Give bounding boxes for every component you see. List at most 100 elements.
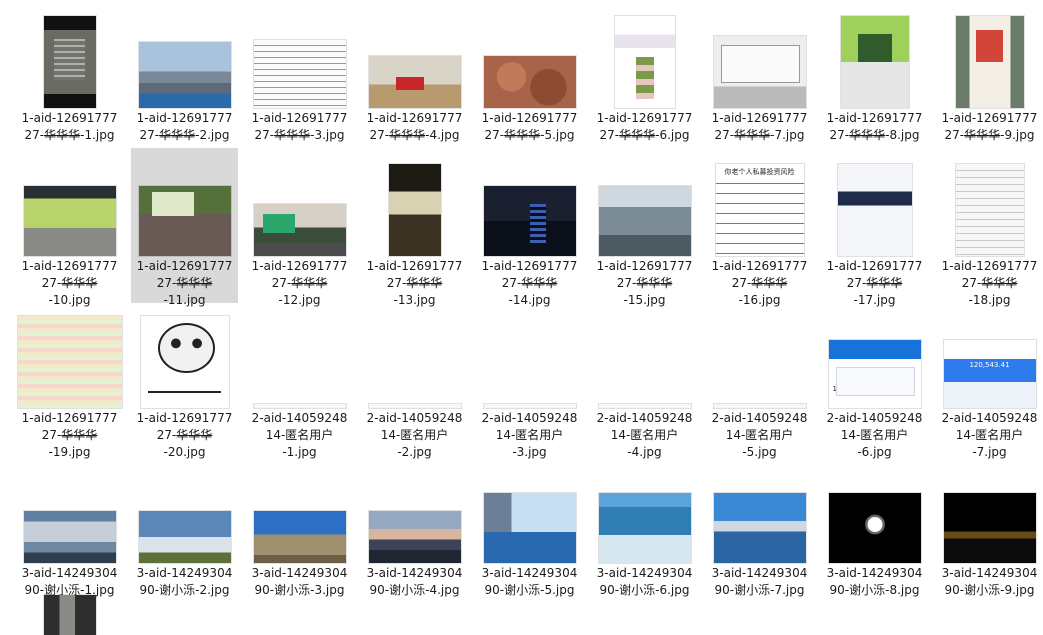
file-item[interactable]: 2-aid-14059248 14-匿名用户 -3.jpg — [476, 300, 583, 459]
file-item[interactable]: 1-aid-12691777 27-华华华 -11.jpg — [131, 148, 238, 307]
file-item[interactable]: 3-aid-14249304 90-谢小泺-4.jpg — [361, 455, 468, 600]
image-thumbnail-icon: 120,543.41 — [943, 340, 1036, 408]
file-item[interactable]: 2-aid-14059248 14-匿名用户 -4.jpg — [591, 300, 698, 459]
file-item[interactable]: 1-aid-12691777 27-华华华-8.jpg — [821, 0, 928, 145]
file-item[interactable]: 1-aid-12691777 27-华华华-4.jpg — [361, 0, 468, 145]
file-name-label: 1-aid-12691777 27-华华华-8.jpg — [821, 110, 928, 144]
file-item[interactable]: 1-aid-12691777 27-华华华 -14.jpg — [476, 148, 583, 307]
file-name-line2: 27-华华华-2.jpg — [139, 128, 230, 142]
thumbnail-container — [476, 148, 583, 256]
file-item[interactable] — [16, 590, 123, 635]
image-thumbnail-icon: 113,135.50 — [828, 340, 921, 408]
file-name-line2: 90-谢小泺-9.jpg — [944, 583, 1035, 597]
image-thumbnail-icon — [483, 493, 576, 563]
file-item[interactable]: 1-aid-12691777 27-华华华-6.jpg — [591, 0, 698, 145]
file-item[interactable]: 1-aid-12691777 27-华华华 -12.jpg — [246, 148, 353, 307]
thumbnail-container — [936, 455, 1043, 563]
image-thumbnail-icon — [253, 40, 346, 108]
file-item[interactable]: 3-aid-14249304 90-谢小泺-8.jpg — [821, 455, 928, 600]
file-item[interactable]: 3-aid-14249304 90-谢小泺-6.jpg — [591, 455, 698, 600]
thumbnail-text: 120,543.41 — [969, 361, 1010, 369]
image-thumbnail-icon — [483, 186, 576, 256]
thumbnail-container — [246, 455, 353, 563]
file-name-line2: 90-谢小泺-3.jpg — [254, 583, 345, 597]
file-item[interactable]: 1-aid-12691777 27-华华华-2.jpg — [131, 0, 238, 145]
file-name-line2: 27-华华华 — [616, 276, 673, 290]
file-item[interactable]: 1-aid-12691777 27-华华华 -13.jpg — [361, 148, 468, 307]
file-grid: 1-aid-12691777 27-华华华-1.jpg 1-aid-12691777… — [16, 0, 1043, 635]
image-thumbnail-icon — [17, 316, 122, 408]
file-item[interactable]: 1-aid-12691777 27-华华华 -15.jpg — [591, 148, 698, 307]
file-item[interactable]: 3-aid-14249304 90-谢小泺-5.jpg — [476, 455, 583, 600]
file-name-line1: 1-aid-12691777 — [941, 259, 1038, 273]
thumbnail-container — [361, 0, 468, 108]
file-name-line1: 1-aid-12691777 — [596, 111, 693, 125]
file-item[interactable]: 2-aid-14059248 14-匿名用户 -1.jpg — [246, 300, 353, 459]
image-thumbnail-icon — [368, 56, 461, 108]
thumbnail-container — [16, 590, 123, 635]
file-name-label: 3-aid-14249304 90-谢小泺-5.jpg — [476, 565, 583, 599]
file-item[interactable]: 1-aid-12691777 27-华华华-7.jpg — [706, 0, 813, 145]
file-name-line1: 3-aid-14249304 — [136, 566, 233, 580]
thumbnail-container — [706, 455, 813, 563]
file-item[interactable]: 113,135.50 2-aid-14059248 14-匿名用户 -6.jpg — [821, 300, 928, 459]
file-name-line1: 1-aid-12691777 — [21, 411, 118, 425]
file-item[interactable]: 3-aid-14249304 90-谢小泺-7.jpg — [706, 455, 813, 600]
file-name-line1: 3-aid-14249304 — [366, 566, 463, 580]
thumbnail-container — [706, 0, 813, 108]
file-name-line1: 2-aid-14059248 — [596, 411, 693, 425]
file-name-label: 3-aid-14249304 90-谢小泺-8.jpg — [821, 565, 928, 599]
thumbnail-container — [361, 300, 468, 408]
file-name-line2: 90-谢小泺-8.jpg — [829, 583, 920, 597]
file-item[interactable]: 120,543.41 2-aid-14059248 14-匿名用户 -7.jpg — [936, 300, 1043, 459]
image-thumbnail-icon — [138, 511, 231, 563]
file-item[interactable]: 1-aid-12691777 27-华华华-5.jpg — [476, 0, 583, 145]
file-item[interactable]: 1-aid-12691777 27-华华华 -17.jpg — [821, 148, 928, 307]
image-thumbnail-icon — [840, 16, 909, 108]
thumbnail-container — [16, 300, 123, 408]
file-item[interactable]: 1-aid-12691777 27-华华华 -10.jpg — [16, 148, 123, 307]
file-name-line2: 90-谢小泺-7.jpg — [714, 583, 805, 597]
file-name-line2: 27-华华华-5.jpg — [484, 128, 575, 142]
file-name-label: 2-aid-14059248 14-匿名用户 -6.jpg — [821, 410, 928, 461]
file-item[interactable]: 你老个人私募投资风险 1-aid-12691777 27-华华华 -16.jpg — [706, 148, 813, 307]
thumbnail-text: 你懂我的意思吧？ — [148, 385, 221, 394]
file-name-label: 1-aid-12691777 27-华华华-6.jpg — [591, 110, 698, 144]
file-name-line1: 1-aid-12691777 — [21, 111, 118, 125]
thumbnail-container — [476, 300, 583, 408]
file-name-line1: 1-aid-12691777 — [136, 111, 233, 125]
file-name-line2: 27-华华华 — [156, 428, 213, 442]
image-thumbnail-icon — [368, 404, 461, 408]
file-name-line1: 1-aid-12691777 — [21, 259, 118, 273]
thumbnail-container — [821, 455, 928, 563]
file-item[interactable]: 1-aid-12691777 27-华华华-9.jpg — [936, 0, 1043, 145]
file-item[interactable]: 1-aid-12691777 27-华华华 -19.jpg — [16, 300, 123, 459]
image-thumbnail-icon: 你老个人私募投资风险 — [715, 164, 804, 256]
image-thumbnail-icon — [598, 404, 691, 408]
thumbnail-container — [591, 148, 698, 256]
image-thumbnail-icon — [138, 42, 231, 108]
file-name-label: 3-aid-14249304 90-谢小泺-3.jpg — [246, 565, 353, 599]
file-name-line1: 3-aid-14249304 — [596, 566, 693, 580]
file-name-line1: 3-aid-14249304 — [711, 566, 808, 580]
file-item[interactable]: 3-aid-14249304 90-谢小泺-1.jpg — [16, 455, 123, 600]
image-thumbnail-icon — [598, 186, 691, 256]
file-name-line2: 14-匿名用户 — [955, 428, 1024, 442]
file-item[interactable]: 1-aid-12691777 27-华华华 -18.jpg — [936, 148, 1043, 307]
file-item[interactable]: 你懂我的意思吧？ 1-aid-12691777 27-华华华 -20.jpg — [131, 300, 238, 459]
file-item[interactable]: 2-aid-14059248 14-匿名用户 -2.jpg — [361, 300, 468, 459]
image-thumbnail-icon — [598, 493, 691, 563]
file-name-line2: 27-华华华 — [731, 276, 788, 290]
file-name-line2: 27-华华华 — [41, 428, 98, 442]
file-item[interactable]: 2-aid-14059248 14-匿名用户 -5.jpg — [706, 300, 813, 459]
file-name-line2: 27-华华华 — [846, 276, 903, 290]
thumbnail-container — [476, 0, 583, 108]
file-item[interactable]: 1-aid-12691777 27-华华华-3.jpg — [246, 0, 353, 145]
file-name-line1: 1-aid-12691777 — [136, 411, 233, 425]
file-name-line2: 27-华华华 — [961, 276, 1018, 290]
file-name-line2: 27-华华华-4.jpg — [369, 128, 460, 142]
file-item[interactable]: 3-aid-14249304 90-谢小泺-2.jpg — [131, 455, 238, 600]
file-item[interactable]: 3-aid-14249304 90-谢小泺-3.jpg — [246, 455, 353, 600]
file-item[interactable]: 1-aid-12691777 27-华华华-1.jpg — [16, 0, 123, 145]
file-item[interactable]: 3-aid-14249304 90-谢小泺-9.jpg — [936, 455, 1043, 600]
